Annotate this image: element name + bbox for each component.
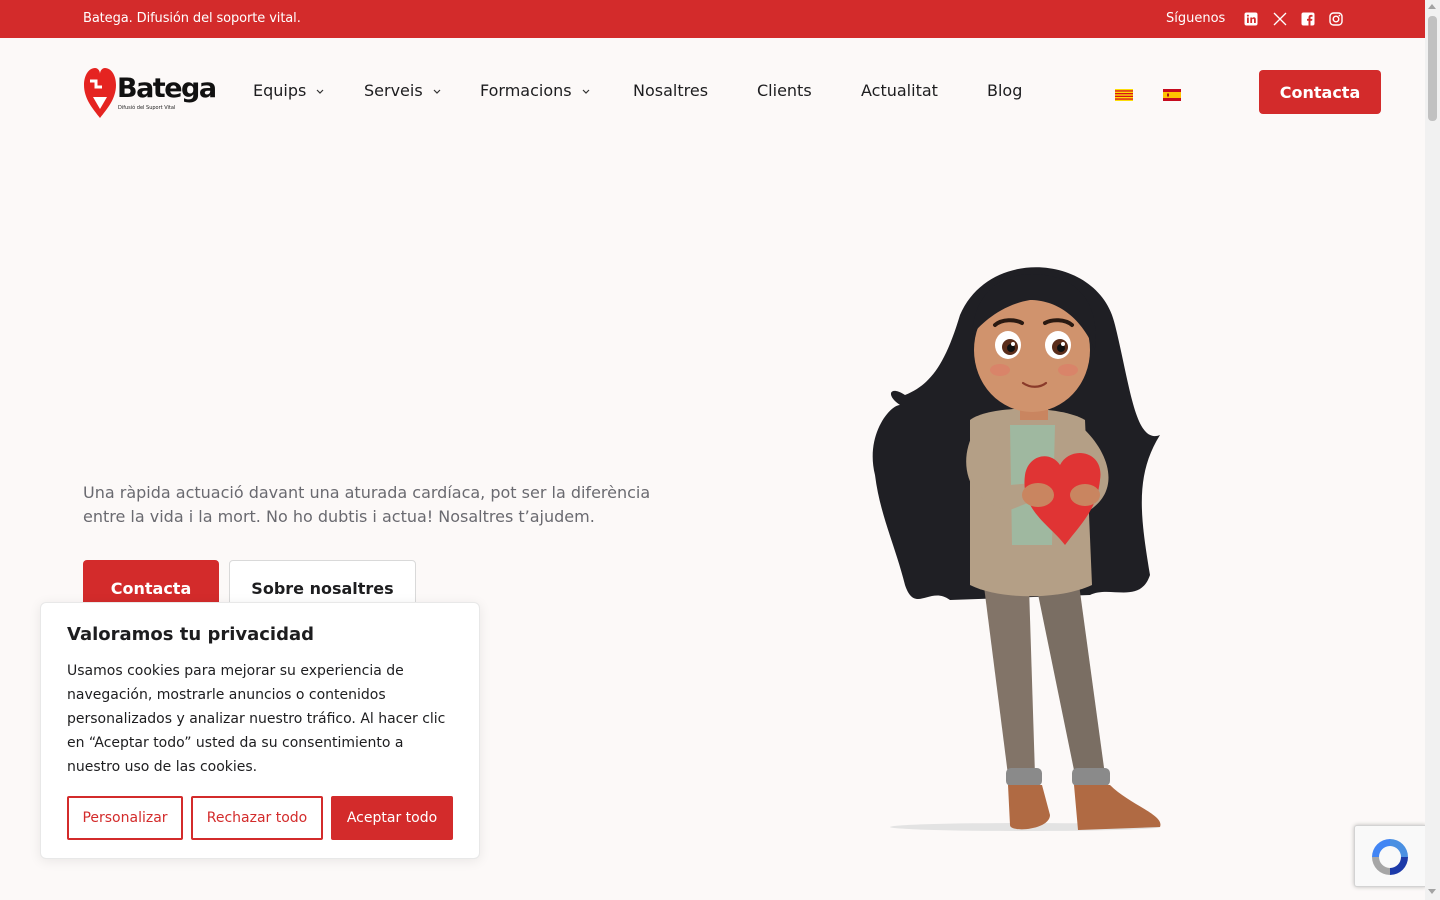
hero-illustration xyxy=(860,255,1180,840)
nav-item-label: Equips xyxy=(253,81,307,100)
hero-description: Una ràpida actuació davant una aturada c… xyxy=(83,483,651,526)
cookie-banner-title: Valoramos tu privacidad xyxy=(67,624,315,645)
nav-item-label: Actualitat xyxy=(861,81,938,100)
logo-wordmark: Batega xyxy=(117,73,217,104)
linkedin-icon[interactable] xyxy=(1243,11,1258,26)
page-scrollbar[interactable] xyxy=(1425,0,1440,900)
logo-heart-icon xyxy=(84,68,116,118)
scrollbar-thumb[interactable] xyxy=(1428,16,1437,121)
nav-item-nosaltres[interactable]: Nosaltres xyxy=(633,81,708,100)
cookie-banner-text: Usamos cookies para mejorar su experienc… xyxy=(67,663,446,775)
scroll-up-arrow-icon[interactable] xyxy=(1428,4,1436,9)
chevron-down-icon xyxy=(582,89,590,94)
nav-item-blog[interactable]: Blog xyxy=(987,81,1022,100)
nav-item-formacions[interactable]: Formacions xyxy=(480,81,591,100)
cookie-accept-all-button[interactable]: Aceptar todo xyxy=(331,796,453,840)
cookie-reject-all-button[interactable]: Rechazar todo xyxy=(191,796,323,840)
nav-item-label: Serveis xyxy=(364,81,423,100)
recaptcha-badge[interactable] xyxy=(1354,825,1426,887)
follow-us-label: Síguenos xyxy=(1166,11,1226,26)
nav-item-label: Blog xyxy=(987,81,1023,100)
nav-item-actualitat[interactable]: Actualitat xyxy=(861,81,938,100)
x-icon[interactable] xyxy=(1272,11,1287,26)
logo-subtitle: Difusió del Suport Vital xyxy=(118,105,176,111)
nav-item-equips[interactable]: Equips xyxy=(253,81,325,100)
cookie-consent-banner: Valoramos tu privacidad Usamos cookies p… xyxy=(40,602,480,859)
nav-item-label: Nosaltres xyxy=(633,81,709,100)
instagram-icon[interactable] xyxy=(1328,11,1343,26)
catalan-flag-icon[interactable] xyxy=(1115,86,1133,101)
recaptcha-icon xyxy=(1372,839,1408,875)
nav-item-label: Clients xyxy=(757,81,812,100)
chevron-down-icon xyxy=(316,89,324,94)
nav-item-label: Formacions xyxy=(480,81,572,100)
spanish-flag-icon[interactable] xyxy=(1163,86,1181,101)
top-bar-tagline: Batega. Difusión del soporte vital. xyxy=(83,11,301,26)
nav-item-clients[interactable]: Clients xyxy=(757,81,812,100)
site-logo[interactable]: Batega Difusió del Suport Vital xyxy=(83,65,217,120)
chevron-down-icon xyxy=(433,89,441,94)
scroll-down-arrow-icon[interactable] xyxy=(1428,889,1436,894)
facebook-icon[interactable] xyxy=(1300,11,1315,26)
header-contact-button[interactable]: Contacta xyxy=(1259,70,1381,114)
cookie-customize-button[interactable]: Personalizar xyxy=(67,796,183,840)
top-bar: Batega. Difusión del soporte vital. Sígu… xyxy=(0,0,1425,38)
nav-item-serveis[interactable]: Serveis xyxy=(364,81,442,100)
